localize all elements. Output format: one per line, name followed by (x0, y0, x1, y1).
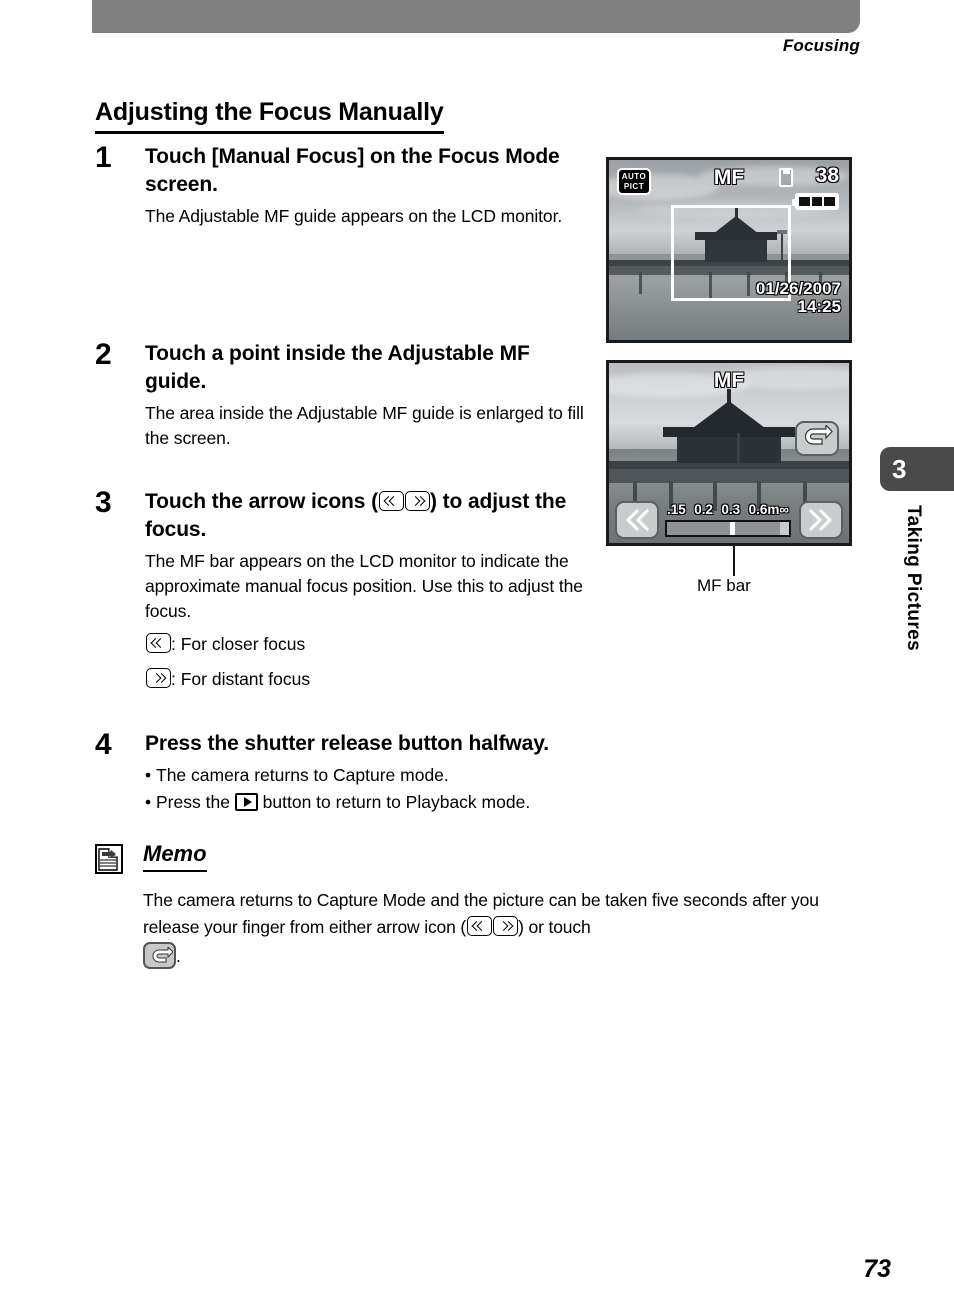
bullet-item: • The camera returns to Capture mode. (145, 764, 449, 785)
pavilion-roof-upper (693, 401, 765, 428)
callout-leader-line (733, 546, 735, 576)
callout-label: MF bar (697, 576, 751, 595)
auto-pict-line1: AUTO (621, 172, 647, 181)
legend-distant-text: : For distant focus (171, 669, 311, 690)
memo-header: Memo (95, 841, 875, 877)
step-title-text-before: Touch the arrow icons ( (145, 490, 378, 513)
focus-mode-label: MF (713, 369, 745, 392)
step-description: The area inside the Adjustable MF guide … (145, 402, 584, 448)
step-2: 2 Touch a point inside the Adjustable MF… (95, 340, 595, 451)
page-number: 73 (863, 1255, 891, 1283)
bullet-text-before: Press the (156, 792, 235, 813)
step-1: 1 Touch [Manual Focus] on the Focus Mode… (95, 143, 565, 229)
focus-closer-button[interactable] (615, 501, 659, 539)
memo-block: Memo The camera returns to Capture Mode … (95, 841, 875, 970)
memory-card-icon (779, 168, 793, 187)
step-number: 2 (95, 338, 112, 371)
focus-mode-label: MF (713, 166, 745, 189)
chapter-number: 3 (880, 447, 954, 491)
arrow-left-icon (145, 633, 171, 654)
battery-icon (792, 193, 839, 210)
auto-pict-badge: AUTO PICT (617, 168, 651, 195)
pier-railing (609, 469, 849, 483)
memo-text-part2: ) or touch (518, 917, 591, 938)
step-title: Touch a point inside the Adjustable MF g… (145, 342, 530, 393)
memo-text-part3: . (176, 945, 181, 966)
arrow-left-icon (378, 491, 404, 511)
date-time-stamp: 01/26/2007 14:25 (756, 280, 841, 316)
step-description: The Adjustable MF guide appears on the L… (145, 205, 563, 226)
step-3: 3 Touch the arrow icons () to adjust the… (95, 488, 595, 693)
step-number: 3 (95, 486, 112, 519)
step-number: 4 (95, 728, 112, 761)
mf-bar-indicator (730, 522, 736, 535)
scale-tick: 0.2 (694, 502, 713, 517)
manual-page: Focusing Adjusting the Focus Manually 1 … (0, 0, 954, 1314)
scale-tick: 0.6m∞ (748, 502, 789, 517)
legend-distant-focus: : For distant focus (145, 665, 595, 693)
bullet-text: The camera returns to Capture mode. (156, 764, 449, 785)
mf-bar-fill (667, 522, 781, 535)
step-description: The MF bar appears on the LCD monitor to… (145, 550, 583, 621)
arrow-left-icon (466, 916, 492, 937)
memo-text: The camera returns to Capture Mode and t… (143, 887, 875, 970)
mf-bar[interactable] (665, 520, 791, 537)
step-bullet-list: • The camera returns to Capture mode. • … (145, 762, 875, 816)
legend-closer-text: : For closer focus (171, 634, 306, 655)
scale-tick: .15 (667, 502, 686, 517)
chapter-tab: 3 Taking Pictures (880, 447, 954, 651)
step-title: Touch [Manual Focus] on the Focus Mode s… (145, 145, 560, 196)
step-number: 1 (95, 141, 112, 174)
bullet-item: • Press the button to return to Playback… (145, 792, 531, 813)
mf-bar-tail (780, 522, 789, 535)
camera-screen-step1: AUTO PICT MF 38 01/26/2007 14:25 (606, 157, 852, 343)
focus-distant-button[interactable] (799, 501, 843, 539)
running-head: Focusing (782, 36, 860, 55)
date-stamp: 01/26/2007 (755, 279, 841, 299)
header-decorative-bar (92, 0, 860, 33)
bullet-text-after: button to return to Playback mode. (257, 792, 531, 813)
legend-closer-focus: : For closer focus (145, 630, 595, 658)
chapter-title: Taking Pictures (903, 505, 924, 652)
scale-tick: 0.3 (721, 502, 741, 517)
page-title: Adjusting the Focus Manually (95, 98, 444, 134)
memo-title: Memo (143, 841, 207, 872)
arrow-right-icon (145, 668, 171, 689)
step-title: Touch the arrow icons () to adjust the f… (145, 488, 595, 544)
time-stamp: 14:25 (797, 297, 841, 317)
arrow-right-icon (404, 491, 430, 511)
camera-screen-step3: MF .15 0.2 0.3 0.6m∞ (606, 360, 852, 546)
piling (639, 272, 642, 294)
memo-note-icon (95, 844, 123, 874)
auto-pict-line2: PICT (623, 182, 645, 191)
remaining-shots: 38 (815, 164, 839, 187)
arrow-right-icon (492, 916, 518, 937)
lamp-post (737, 433, 740, 465)
pavilion-roof-lower (663, 427, 795, 437)
step-title: Press the shutter release button halfway… (145, 732, 549, 755)
step-4: 4 Press the shutter release button halfw… (95, 730, 875, 816)
playback-button-icon (234, 793, 258, 812)
return-icon (143, 941, 176, 969)
mf-distance-scale: .15 0.2 0.3 0.6m∞ (665, 502, 791, 517)
return-button[interactable] (795, 421, 839, 456)
pavilion-body (677, 435, 781, 463)
